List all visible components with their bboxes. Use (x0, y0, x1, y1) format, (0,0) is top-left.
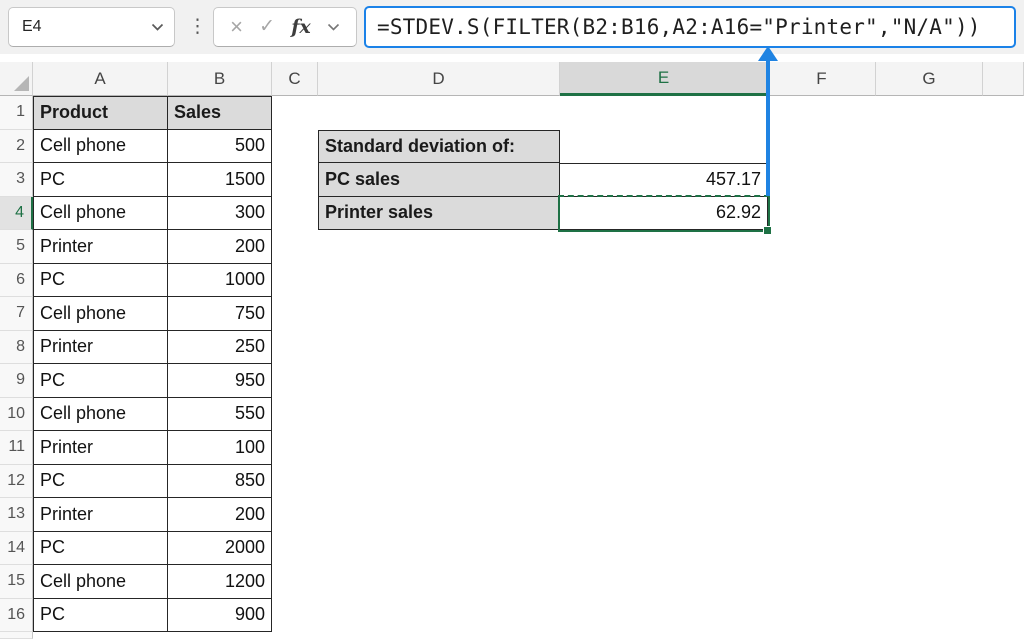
row-header-9[interactable]: 9 (0, 364, 33, 398)
cell-a15[interactable]: Cell phone (33, 565, 168, 599)
cell-a6[interactable]: PC (33, 264, 168, 298)
cell-b4[interactable]: 300 (168, 197, 272, 231)
row-header-6[interactable]: 6 (0, 264, 33, 298)
cell-b9[interactable]: 950 (168, 364, 272, 398)
cell-b1[interactable]: Sales (168, 96, 272, 130)
formula-text: =STDEV.S(FILTER(B2:B16,A2:A16="Printer",… (377, 15, 981, 39)
row-header-12[interactable]: 12 (0, 465, 33, 499)
cell-b15[interactable]: 1200 (168, 565, 272, 599)
name-box-value: E4 (22, 18, 151, 36)
column-header-c[interactable]: C (272, 62, 318, 96)
cell-a4[interactable]: Cell phone (33, 197, 168, 231)
cell-e4[interactable]: 62.92 (560, 197, 768, 231)
row-header-2[interactable]: 2 (0, 130, 33, 164)
cell-b8[interactable]: 250 (168, 331, 272, 365)
cell-b10[interactable]: 550 (168, 398, 272, 432)
column-header-e[interactable]: E (560, 62, 768, 96)
cell-b16[interactable]: 900 (168, 599, 272, 633)
row-header-14[interactable]: 14 (0, 532, 33, 566)
cell-a5[interactable]: Printer (33, 230, 168, 264)
cell-d4[interactable]: Printer sales (318, 197, 560, 231)
row-header-1[interactable]: 1 (0, 96, 33, 130)
cell-a13[interactable]: Printer (33, 498, 168, 532)
cell-b14[interactable]: 2000 (168, 532, 272, 566)
toolbar-separator-dots: ⋮ (188, 12, 204, 42)
column-header-filler (983, 62, 1024, 96)
cell-a12[interactable]: PC (33, 465, 168, 499)
column-header-g[interactable]: G (876, 62, 983, 96)
cell-a3[interactable]: PC (33, 163, 168, 197)
row-header-8[interactable]: 8 (0, 331, 33, 365)
cell-a2[interactable]: Cell phone (33, 130, 168, 164)
cell-b2[interactable]: 500 (168, 130, 272, 164)
name-box[interactable]: E4 (8, 7, 175, 47)
cancel-icon[interactable]: × (230, 16, 243, 38)
cell-a7[interactable]: Cell phone (33, 297, 168, 331)
cell-a14[interactable]: PC (33, 532, 168, 566)
row-header-partial (0, 632, 33, 639)
formula-buttons-group: × ✓ fx (213, 7, 357, 47)
row-header-7[interactable]: 7 (0, 297, 33, 331)
cell-a11[interactable]: Printer (33, 431, 168, 465)
cell-a9[interactable]: PC (33, 364, 168, 398)
select-all-corner[interactable] (0, 62, 33, 96)
row-header-4[interactable]: 4 (0, 197, 33, 231)
insert-function-icon[interactable]: fx (291, 16, 311, 38)
column-header-d[interactable]: D (318, 62, 560, 96)
cell-a8[interactable]: Printer (33, 331, 168, 365)
cell-b6[interactable]: 1000 (168, 264, 272, 298)
cell-d3[interactable]: PC sales (318, 163, 560, 197)
cell-b13[interactable]: 200 (168, 498, 272, 532)
column-header-f[interactable]: F (768, 62, 876, 96)
column-header-a[interactable]: A (33, 62, 168, 96)
row-header-5[interactable]: 5 (0, 230, 33, 264)
fill-handle[interactable] (763, 226, 772, 235)
formula-bar-input[interactable]: =STDEV.S(FILTER(B2:B16,A2:A16="Printer",… (364, 6, 1016, 48)
row-header-3[interactable]: 3 (0, 163, 33, 197)
cell-d2[interactable]: Standard deviation of: (318, 130, 560, 164)
row-header-10[interactable]: 10 (0, 398, 33, 432)
cell-b7[interactable]: 750 (168, 297, 272, 331)
cell-b5[interactable]: 200 (168, 230, 272, 264)
cell-b3[interactable]: 1500 (168, 163, 272, 197)
row-header-15[interactable]: 15 (0, 565, 33, 599)
row-header-16[interactable]: 16 (0, 599, 33, 633)
cell-b12[interactable]: 850 (168, 465, 272, 499)
cell-a1[interactable]: Product (33, 96, 168, 130)
annotation-arrow-line (766, 59, 770, 196)
cell-b11[interactable]: 100 (168, 431, 272, 465)
chevron-down-icon[interactable] (327, 23, 340, 32)
formula-toolbar: E4 ⋮ × ✓ fx =STDEV.S(FILTER(B2:B16,A2:A1… (0, 0, 1024, 54)
column-header-b[interactable]: B (168, 62, 272, 96)
cell-a16[interactable]: PC (33, 599, 168, 633)
cell-a10[interactable]: Cell phone (33, 398, 168, 432)
row-header-11[interactable]: 11 (0, 431, 33, 465)
spreadsheet-window: E4 ⋮ × ✓ fx =STDEV.S(FILTER(B2:B16,A2:A1… (0, 0, 1024, 639)
select-all-triangle-icon (14, 76, 29, 91)
enter-icon[interactable]: ✓ (259, 17, 275, 37)
chevron-down-icon[interactable] (151, 23, 164, 32)
annotation-arrow-head-icon (758, 46, 778, 61)
cell-e3[interactable]: 457.17 (560, 163, 768, 197)
row-header-13[interactable]: 13 (0, 498, 33, 532)
